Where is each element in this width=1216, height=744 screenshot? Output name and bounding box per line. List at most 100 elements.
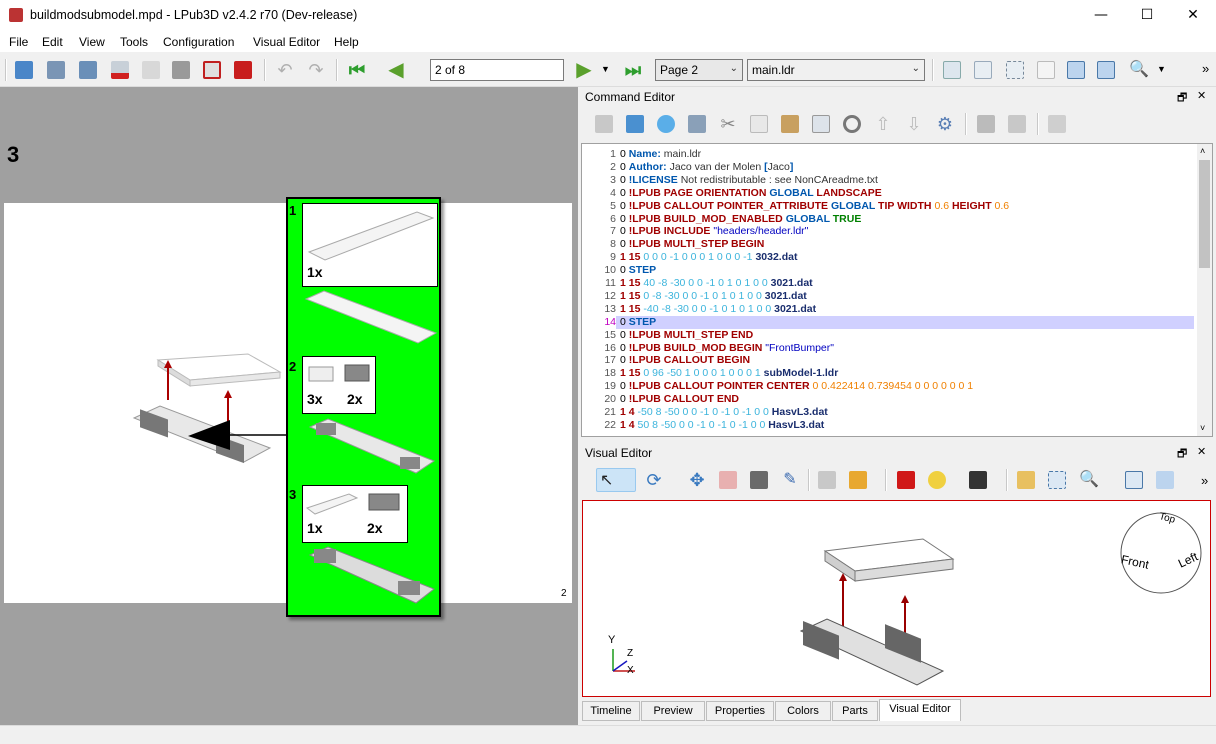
undo-icon[interactable]: ↶	[273, 58, 297, 82]
zoom-extents-icon[interactable]	[1045, 468, 1069, 492]
next-page-icon[interactable]: ▶	[572, 58, 596, 82]
callout[interactable]: 1 1x 2 3x 2x 3 1x 2x	[286, 197, 441, 617]
code-line[interactable]: 1 15 0 -8 -30 0 0 -1 0 1 0 1 0 0 3021.da…	[620, 290, 807, 302]
preferences-icon[interactable]	[592, 112, 616, 136]
rotate-view-icon[interactable]: ⟳	[642, 468, 666, 492]
code-line[interactable]: 0 !LPUB CALLOUT POINTER CENTER 0 0.42241…	[620, 380, 973, 392]
close-button[interactable]: ✕	[1170, 0, 1216, 31]
reset-view-icon[interactable]	[1153, 468, 1177, 492]
color-picker-icon[interactable]: ✎	[778, 468, 802, 492]
print-preview-icon[interactable]	[139, 58, 163, 82]
maximize-button[interactable]: ☐	[1124, 0, 1170, 31]
comment-icon[interactable]	[654, 112, 678, 136]
tab-colors[interactable]: Colors	[775, 701, 831, 721]
zoom-icon[interactable]: 🔍	[1126, 58, 1150, 82]
code-line[interactable]: 1 15 -40 -8 -30 0 0 -1 0 1 0 1 0 0 3021.…	[620, 303, 816, 315]
toolbar-overflow-icon[interactable]: »	[1201, 473, 1208, 488]
eraser-icon[interactable]	[716, 468, 740, 492]
menu-view[interactable]: View	[79, 35, 105, 49]
actual-size-icon[interactable]	[1034, 58, 1058, 82]
code-line[interactable]: 0 !LPUB BUILD_MOD_ENABLED GLOBAL TRUE	[620, 213, 861, 225]
toolbar-overflow-icon[interactable]: »	[1202, 61, 1209, 76]
tab-parts[interactable]: Parts	[832, 701, 878, 721]
fit-scene-icon[interactable]	[1003, 58, 1027, 82]
zoom-region-icon[interactable]	[1122, 468, 1146, 492]
code-line[interactable]: 0 !LPUB BUILD_MOD BEGIN "FrontBumper"	[620, 342, 834, 354]
save-as-icon[interactable]	[76, 58, 100, 82]
menu-tools[interactable]: Tools	[120, 35, 148, 49]
export-pdf-icon[interactable]	[231, 58, 255, 82]
close-icon[interactable]: ✕	[1197, 445, 1206, 458]
menu-configuration[interactable]: Configuration	[163, 35, 234, 49]
next-dropdown-icon[interactable]: ▼	[601, 64, 610, 74]
tab-properties[interactable]: Properties	[706, 701, 774, 721]
export-pdf-preview-icon[interactable]	[200, 58, 224, 82]
scroll-down-icon[interactable]: ˅	[1200, 423, 1205, 433]
code-line[interactable]: 0 !LPUB CALLOUT END	[620, 393, 739, 405]
move-icon[interactable]: ✥	[685, 468, 709, 492]
command-editor-text[interactable]: 10 Name: main.ldr 2 0 Author: Jaco van der…	[581, 143, 1213, 437]
brick-icon[interactable]	[815, 468, 839, 492]
move-down-icon[interactable]: ⇩	[902, 112, 926, 136]
minimize-button[interactable]: —	[1078, 0, 1124, 31]
find-icon[interactable]	[809, 112, 833, 136]
code-line[interactable]: 0 !LPUB CALLOUT BEGIN	[620, 354, 750, 366]
copy-icon[interactable]	[747, 112, 771, 136]
zoom-out-pages-icon[interactable]	[1094, 58, 1118, 82]
camera-icon[interactable]	[966, 468, 990, 492]
brick-icon[interactable]	[1045, 112, 1069, 136]
code-line[interactable]: 1 15 0 0 0 -1 0 0 0 1 0 0 0 -1 3032.dat	[620, 251, 797, 263]
open-file-icon[interactable]	[12, 58, 36, 82]
tab-preview[interactable]: Preview	[641, 701, 705, 721]
redo-icon[interactable]: ↷	[304, 58, 328, 82]
document-icon[interactable]	[685, 112, 709, 136]
menu-file[interactable]: File	[9, 35, 28, 49]
menu-edit[interactable]: Edit	[42, 35, 63, 49]
code-line[interactable]: 0 !LPUB MULTI_STEP BEGIN	[620, 238, 764, 250]
page-number-input[interactable]: 2 of 8	[430, 59, 564, 81]
select-tool-icon[interactable]: ↖	[596, 468, 636, 492]
menu-help[interactable]: Help	[334, 35, 359, 49]
no-entry-icon[interactable]	[840, 112, 864, 136]
float-icon[interactable]: 🗗	[1177, 89, 1187, 108]
close-file-icon[interactable]	[108, 58, 132, 82]
code-line[interactable]: 0 !LICENSE Not redistributable : see Non…	[620, 174, 878, 186]
float-icon[interactable]: 🗗	[1177, 445, 1187, 464]
code-line[interactable]: 0 Author: Jaco van der Molen [Jaco]	[620, 161, 793, 173]
zoom-dropdown-icon[interactable]: ▼	[1157, 64, 1166, 74]
tab-timeline[interactable]: Timeline	[582, 701, 640, 721]
code-line[interactable]: 0 STEP	[620, 264, 656, 276]
scroll-up-icon[interactable]: ˄	[1200, 146, 1205, 156]
build-mod-icon[interactable]	[974, 112, 998, 136]
apply-mod-icon[interactable]	[1005, 112, 1029, 136]
paste-icon[interactable]	[778, 112, 802, 136]
code-line[interactable]: 1 15 0 96 -50 1 0 0 0 1 0 0 0 1 subModel…	[620, 367, 838, 379]
tab-visual-editor[interactable]: Visual Editor	[879, 699, 961, 721]
paint-icon[interactable]	[747, 468, 771, 492]
scrollbar-thumb[interactable]	[1199, 160, 1210, 268]
menu-visual-editor[interactable]: Visual Editor	[253, 35, 320, 49]
code-line[interactable]: 0 STEP	[620, 316, 656, 328]
close-icon[interactable]: ✕	[1197, 89, 1206, 102]
fit-visible-icon[interactable]	[971, 58, 995, 82]
zoom-in-pages-icon[interactable]	[1064, 58, 1088, 82]
first-page-icon[interactable]: ⏮	[345, 58, 369, 82]
model-select[interactable]: main.ldr ⌄	[747, 59, 925, 81]
zoom-icon[interactable]: 🔍	[1076, 468, 1100, 492]
rotate-step-icon[interactable]	[846, 468, 870, 492]
code-line[interactable]: 0 !LPUB MULTI_STEP END	[620, 329, 753, 341]
light-icon[interactable]	[925, 468, 949, 492]
cut-icon[interactable]: ✂	[716, 112, 740, 136]
last-page-icon[interactable]: ⏭	[621, 58, 645, 82]
visual-editor-viewport[interactable]: Top Front Left Y Z X	[582, 500, 1211, 697]
code-line[interactable]: 1 4 -50 8 -50 0 0 -1 0 -1 0 -1 0 0 HasvL…	[620, 406, 828, 418]
settings-icon[interactable]: ⚙	[933, 112, 957, 136]
code-line[interactable]: 0 Name: main.ldr	[620, 148, 701, 160]
page-select[interactable]: Page 2 ⌄	[655, 59, 743, 81]
move-up-icon[interactable]: ⇧	[871, 112, 895, 136]
refresh-icon[interactable]	[623, 112, 647, 136]
code-line[interactable]: 1 4 50 8 -50 0 0 -1 0 -1 0 -1 0 0 HasvL3…	[620, 419, 824, 431]
part-color-icon[interactable]	[894, 468, 918, 492]
save-icon[interactable]	[44, 58, 68, 82]
code-line[interactable]: 1 15 40 -8 -30 0 0 -1 0 1 0 1 0 0 3021.d…	[620, 277, 813, 289]
